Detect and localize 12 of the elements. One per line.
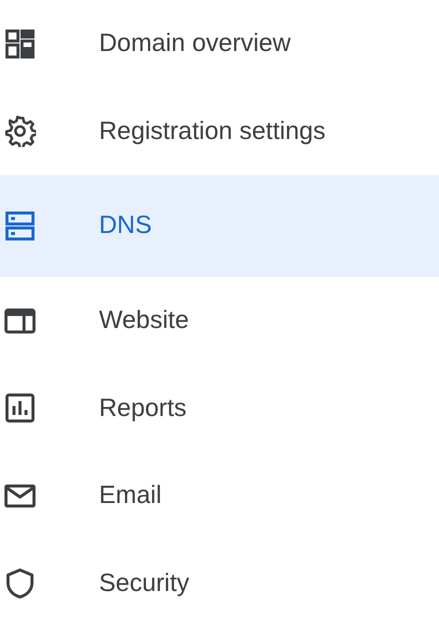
server-icon: [4, 210, 36, 242]
sidebar-item[interactable]: Domain overview: [0, 0, 439, 88]
dashboard-icon: [4, 28, 36, 60]
settings-icon: [4, 115, 36, 148]
sidebar-item[interactable]: Reports: [0, 364, 439, 452]
chart-icon: [4, 392, 36, 424]
sidebar-item[interactable]: Security: [0, 540, 439, 627]
sidebar-item[interactable]: DNS: [0, 175, 439, 277]
sidebar-item[interactable]: Email: [0, 452, 439, 540]
sidebar-item[interactable]: Website: [0, 277, 439, 364]
sidebar-item[interactable]: Registration settings: [0, 88, 439, 175]
shield-icon: [4, 567, 36, 600]
